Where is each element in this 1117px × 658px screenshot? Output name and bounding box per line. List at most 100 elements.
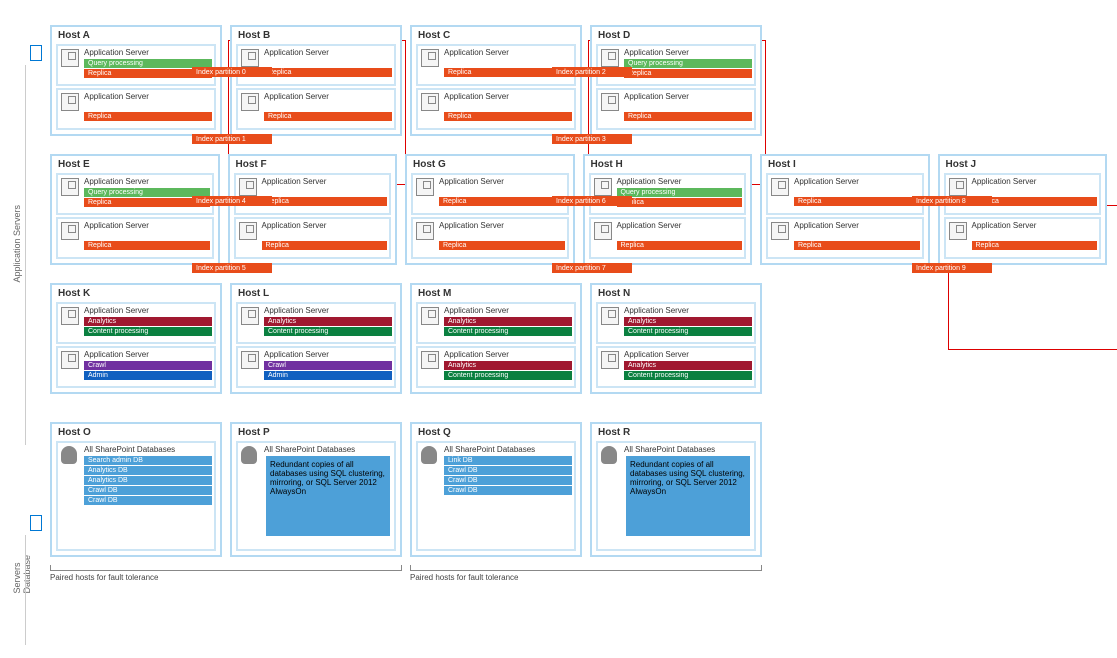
server-box: Application ServerReplica: [416, 44, 576, 86]
section-icon-db: [30, 515, 42, 531]
tag-admin: Admin: [264, 371, 392, 380]
index-partition-2: Index partition 2: [552, 67, 632, 77]
server-box: All SharePoint Databases Redundant copie…: [236, 441, 396, 551]
index-partition-5: Index partition 5: [192, 263, 272, 273]
host-title: Host E: [54, 158, 216, 171]
server-box: Application ServerReplica: [234, 217, 392, 259]
host-title: Host O: [54, 426, 218, 439]
tag-db: Search admin DB: [84, 456, 212, 465]
tag-analytics: Analytics: [624, 361, 752, 370]
tag-db: Crawl DB: [444, 486, 572, 495]
server-box: Application ServerReplica: [236, 88, 396, 130]
server-box: Application ServerReplica: [234, 173, 392, 215]
server-title: Application Server: [84, 177, 210, 186]
tag-db: Analytics DB: [84, 476, 212, 485]
paired-label-2: Paired hosts for fault tolerance: [410, 573, 762, 582]
tag-replica: Replica: [624, 69, 752, 78]
server-title: Application Server: [262, 177, 388, 186]
tag-db: Analytics DB: [84, 466, 212, 475]
server-box: Application ServerReplica: [236, 44, 396, 86]
host-title: Host I: [764, 158, 926, 171]
server-title: Application Server: [444, 350, 572, 359]
server-icon: [416, 222, 434, 240]
server-title: Application Server: [444, 48, 572, 57]
server-icon: [241, 93, 259, 111]
tag-replica: Replica: [262, 241, 388, 250]
host-title: Host Q: [414, 426, 578, 439]
server-icon: [421, 307, 439, 325]
tag-replica: Replica: [439, 241, 565, 250]
server-title: Application Server: [439, 177, 565, 186]
host-m: Host M Application ServerAnalyticsConten…: [410, 283, 582, 394]
server-title: Application Server: [264, 48, 392, 57]
section-label-db: Database Servers: [12, 555, 32, 594]
tag-replica: Replica: [439, 197, 565, 206]
server-icon: [239, 222, 257, 240]
index-partition-4: Index partition 4: [192, 196, 272, 206]
server-box: Application ServerAnalyticsContent proce…: [596, 346, 756, 388]
server-icon: [601, 49, 619, 67]
server-title: Application Server: [617, 177, 743, 186]
server-icon: [61, 222, 79, 240]
section-rule-db: [25, 535, 26, 645]
server-title: Application Server: [84, 221, 210, 230]
host-q: Host Q All SharePoint Databases Link DB …: [410, 422, 582, 557]
server-box: Application ServerReplica: [56, 217, 214, 259]
host-a: Host A Application ServerQuery processin…: [50, 25, 222, 136]
host-title: Host R: [594, 426, 758, 439]
host-f: Host F Application ServerReplica Applica…: [228, 154, 398, 265]
server-box: Application ServerReplica: [596, 88, 756, 130]
tag-crawl: Crawl: [84, 361, 212, 370]
host-c: Host C Application ServerReplica Applica…: [410, 25, 582, 136]
server-title: Application Server: [794, 221, 920, 230]
host-title: Host B: [234, 29, 398, 42]
index-partition-3: Index partition 3: [552, 134, 632, 144]
server-title: Application Server: [972, 221, 1098, 230]
server-icon: [601, 351, 619, 369]
server-box: Application ServerReplica: [416, 88, 576, 130]
section-icon-app: [30, 45, 42, 61]
tag-content: Content processing: [624, 327, 752, 336]
server-box: Application Server Replica: [766, 217, 924, 259]
server-box: Application ServerAnalyticsContent proce…: [416, 346, 576, 388]
host-title: Host N: [594, 287, 758, 300]
host-r: Host R All SharePoint Databases Redundan…: [590, 422, 762, 557]
host-b: Host B Application ServerReplica Applica…: [230, 25, 402, 136]
tag-replica: Replica: [84, 112, 212, 121]
server-title: Application Server: [444, 306, 572, 315]
server-icon: [771, 178, 789, 196]
tag-analytics: Analytics: [624, 317, 752, 326]
server-icon: [594, 222, 612, 240]
tag-replica: Replica: [972, 241, 1098, 250]
tag-replica: Replica: [794, 197, 920, 206]
host-title: Host H: [587, 158, 749, 171]
index-partition-1: Index partition 1: [192, 134, 272, 144]
tag-analytics: Analytics: [444, 317, 572, 326]
host-title: Host L: [234, 287, 398, 300]
host-e: Host E Application ServerQuery processin…: [50, 154, 220, 265]
server-title: Application Server: [444, 92, 572, 101]
tag-replica: Replica: [794, 241, 920, 250]
server-box: Application ServerQuery processingReplic…: [56, 44, 216, 86]
database-icon: [421, 446, 437, 464]
server-box: Application ServerReplica: [589, 217, 747, 259]
host-title: Host K: [54, 287, 218, 300]
database-icon: [601, 446, 617, 464]
server-box: Application Server AnalyticsContent proce…: [416, 302, 576, 344]
server-title: All SharePoint Databases: [84, 445, 212, 454]
server-icon: [241, 351, 259, 369]
tag-content: Content processing: [444, 327, 572, 336]
host-title: Host F: [232, 158, 394, 171]
server-box: Application ServerQuery processingReplic…: [596, 44, 756, 86]
tag-analytics: Analytics: [444, 361, 572, 370]
server-box: Application ServerQuery processingReplic…: [589, 173, 747, 215]
server-title: Application Server: [84, 350, 212, 359]
tag-replica: Replica: [617, 241, 743, 250]
server-title: Application Server: [624, 48, 752, 57]
tag-replica: Replica: [264, 112, 392, 121]
host-l: Host L Application ServerAnalyticsConten…: [230, 283, 402, 394]
server-title: Application Server: [264, 350, 392, 359]
server-box: Application ServerQuery processingReplic…: [56, 173, 214, 215]
server-title: All SharePoint Databases: [624, 445, 752, 454]
host-g: Host G Application ServerReplica Applica…: [405, 154, 575, 265]
